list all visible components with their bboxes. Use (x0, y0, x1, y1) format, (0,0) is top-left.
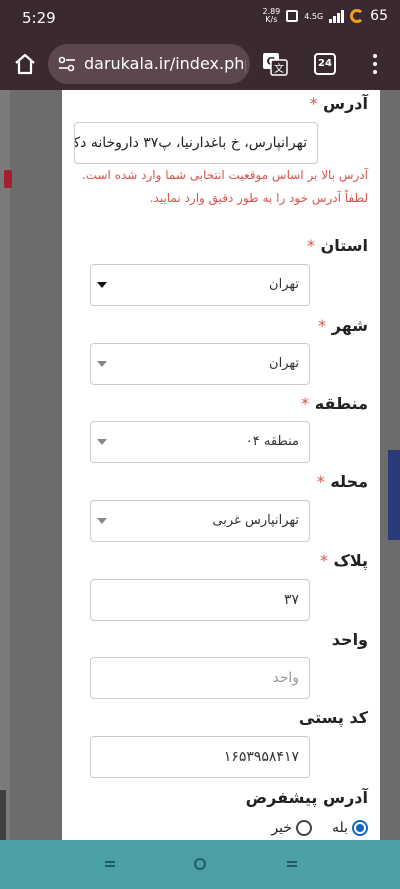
translate-icon[interactable]: G 文 (262, 52, 288, 76)
default-yes-radio[interactable] (352, 820, 368, 836)
region-value: منطقه ۰۴ (245, 434, 299, 449)
url-text: darukala.ir/index.php? (84, 54, 246, 73)
region-select[interactable]: منطقه ۰۴ (90, 421, 310, 463)
default-no-radio[interactable] (295, 820, 312, 836)
default-address-label: آدرس پیشفرض (245, 788, 368, 807)
chevron-down-icon (97, 361, 107, 367)
province-value: تهران (269, 277, 299, 292)
neighborhood-label: محله * (316, 472, 368, 491)
network-type: 4.5G (304, 11, 324, 21)
plaque-input[interactable]: ۳۷ (90, 579, 310, 621)
web-page: آدرس * تهرانپارس، خ باغدارنیا، پ۳۷ داروخ… (0, 90, 400, 840)
province-select[interactable]: تهران (90, 264, 310, 306)
city-label: شهر * (318, 316, 368, 335)
address-form-dialog: آدرس * تهرانپارس، خ باغدارنیا، پ۳۷ داروخ… (62, 90, 380, 840)
default-yes-label[interactable]: بله (332, 820, 348, 836)
back-icon[interactable] (280, 852, 304, 876)
tab-switcher-button[interactable]: 24 (314, 53, 336, 75)
status-bar: 5:29 2.89 K/s 4.5G 65 (0, 0, 400, 38)
city-value: تهران (269, 356, 299, 371)
neighborhood-select[interactable]: تهرانپارس غربی (90, 500, 310, 542)
address-bar[interactable]: darukala.ir/index.php? (48, 44, 250, 84)
unit-label: واحد (331, 630, 368, 649)
neighborhood-value: تهرانپارس غربی (212, 513, 299, 528)
postal-code-label: کد پستی (298, 708, 368, 727)
province-label: استان * (307, 236, 368, 255)
svg-text:文: 文 (274, 62, 284, 75)
background-page (0, 90, 10, 840)
region-label: منطقه * (301, 394, 368, 413)
net-speed: 2.89 K/s (262, 7, 281, 24)
address-warning: آدرس بالا بر اساس موقعیت انتخابی شما وار… (81, 168, 368, 205)
chevron-down-icon (97, 282, 107, 288)
home-nav-icon[interactable] (188, 852, 212, 876)
address-label: آدرس * (309, 94, 368, 113)
city-select[interactable]: تهران (90, 343, 310, 385)
clock: 5:29 (22, 9, 56, 27)
battery-icon (350, 9, 365, 23)
home-icon[interactable] (13, 52, 37, 76)
background-element (0, 790, 6, 840)
default-address-options: بله خیر (271, 820, 368, 836)
address-input[interactable]: تهرانپارس، خ باغدارنیا، پ۳۷ داروخانه دکت… (74, 122, 318, 164)
unit-input[interactable]: واحد (90, 657, 310, 699)
plaque-label: پلاک * (319, 551, 368, 570)
postal-code-input[interactable]: ۱۶۵۳۹۵۸۴۱۷ (90, 736, 310, 778)
chevron-down-icon (97, 439, 107, 445)
battery-level: 65 (370, 8, 388, 24)
system-nav-bar (0, 840, 400, 889)
status-icons: 2.89 K/s 4.5G 65 (262, 7, 388, 25)
site-settings-icon[interactable] (58, 56, 76, 72)
recents-icon[interactable] (98, 852, 122, 876)
signal-icon (329, 9, 345, 23)
vibrate-icon (286, 10, 299, 22)
chevron-down-icon (97, 518, 107, 524)
browser-toolbar: darukala.ir/index.php? G 文 24 (0, 38, 400, 90)
default-no-label[interactable]: خیر (271, 820, 292, 836)
background-panel (388, 450, 400, 540)
overflow-menu-icon[interactable] (368, 52, 382, 76)
background-badge (4, 170, 12, 188)
